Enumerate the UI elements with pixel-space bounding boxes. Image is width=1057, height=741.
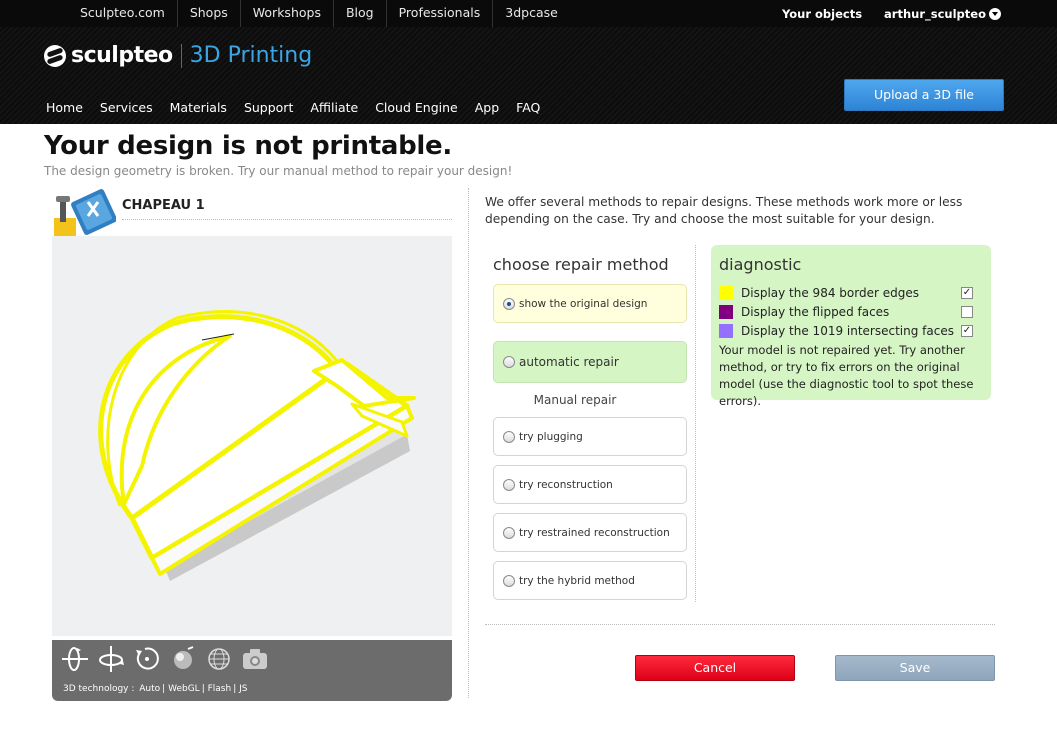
logo-text: sculpteo xyxy=(71,43,173,68)
3d-viewer[interactable] xyxy=(52,236,452,636)
toplink-sculpteo[interactable]: Sculpteo.com xyxy=(68,0,178,27)
nav-services[interactable]: Services xyxy=(100,100,153,115)
top-links: Sculpteo.com Shops Workshops Blog Profes… xyxy=(68,0,570,27)
viewer-toolbar: 3D technology : Auto | WebGL | Flash | JS xyxy=(52,640,452,701)
page-subtitle: The design geometry is broken. Try our m… xyxy=(44,164,513,178)
radio-original-design[interactable] xyxy=(503,297,515,310)
cancel-button[interactable]: Cancel xyxy=(635,655,795,681)
violet-swatch xyxy=(719,323,733,338)
option-restrained-label: try restrained reconstruction xyxy=(519,526,670,539)
nav-home[interactable]: Home xyxy=(46,100,83,115)
option-original-design[interactable]: show the original design xyxy=(493,284,687,323)
tech-auto[interactable]: Auto xyxy=(139,684,160,694)
nav-app[interactable]: App xyxy=(475,100,499,115)
tech-flash[interactable]: Flash xyxy=(208,684,232,694)
actions-divider xyxy=(485,624,995,625)
option-try-restrained-reconstruction[interactable]: try restrained reconstruction xyxy=(493,513,687,552)
3d-technology-selector: 3D technology : Auto | WebGL | Flash | JS xyxy=(63,684,248,694)
site-header: sculpteo 3D Printing Home Services Mater… xyxy=(0,27,1057,124)
tech-label: 3D technology : xyxy=(63,684,135,694)
diagnostic-title: diagnostic xyxy=(719,255,802,274)
nav-affiliate[interactable]: Affiliate xyxy=(310,100,358,115)
diagnostic-intersecting-faces: Display the 1019 intersecting faces ✓ xyxy=(719,322,979,339)
logo-separator xyxy=(180,43,182,68)
wireframe-icon[interactable] xyxy=(204,644,234,674)
toplink-3dpcase[interactable]: 3dpcase xyxy=(493,0,570,27)
toplink-workshops[interactable]: Workshops xyxy=(241,0,334,27)
user-menu[interactable]: arthur_sculpteo xyxy=(884,7,1001,21)
radio-try-restrained-reconstruction[interactable] xyxy=(503,526,515,539)
logo-subtitle: 3D Printing xyxy=(189,43,313,68)
option-reconstruction-label: try reconstruction xyxy=(519,478,613,491)
toplink-professionals[interactable]: Professionals xyxy=(387,0,494,27)
diagnostic-note: Your model is not repaired yet. Try anot… xyxy=(719,343,974,408)
toplink-blog[interactable]: Blog xyxy=(334,0,387,27)
radio-try-reconstruction[interactable] xyxy=(503,478,515,491)
repair-intro: We offer several methods to repair desig… xyxy=(485,195,963,226)
choose-method-title: choose repair method xyxy=(493,255,669,274)
option-automatic-label: automatic repair xyxy=(519,355,619,369)
render-icon[interactable] xyxy=(168,644,198,674)
vertical-divider xyxy=(468,188,469,698)
border-edges-checkbox[interactable]: ✓ xyxy=(961,286,973,299)
nav-materials[interactable]: Materials xyxy=(170,100,227,115)
rotate-x-icon[interactable] xyxy=(60,644,90,674)
diagnostic-border-edges: Display the 984 border edges ✓ xyxy=(719,284,979,301)
logo[interactable]: sculpteo 3D Printing xyxy=(44,43,312,68)
nav-cloud-engine[interactable]: Cloud Engine xyxy=(375,100,458,115)
intersecting-faces-checkbox[interactable]: ✓ xyxy=(961,324,973,337)
repair-tools-icon xyxy=(54,188,116,236)
main-nav: Home Services Materials Support Affiliat… xyxy=(46,100,557,115)
manual-repair-label: Manual repair xyxy=(533,393,617,407)
purple-swatch xyxy=(719,304,733,319)
design-name-divider xyxy=(122,219,452,220)
rotate-y-icon[interactable] xyxy=(96,644,126,674)
username[interactable]: arthur_sculpteo xyxy=(884,7,986,21)
radio-try-hybrid-method[interactable] xyxy=(503,574,515,587)
tech-js[interactable]: JS xyxy=(239,684,247,694)
your-objects-link[interactable]: Your objects xyxy=(782,7,862,21)
chevron-down-icon[interactable] xyxy=(989,7,1001,20)
intersecting-faces-label: Display the 1019 intersecting faces xyxy=(741,323,954,338)
rotate-z-icon[interactable] xyxy=(132,644,162,674)
top-right: Your objects arthur_sculpteo xyxy=(782,0,1001,27)
top-bar: Sculpteo.com Shops Workshops Blog Profes… xyxy=(0,0,1057,27)
border-edges-label: Display the 984 border edges xyxy=(741,285,919,300)
flipped-faces-label: Display the flipped faces xyxy=(741,304,890,319)
sculpteo-logo-icon xyxy=(44,44,66,67)
save-button[interactable]: Save xyxy=(835,655,995,681)
nav-support[interactable]: Support xyxy=(244,100,293,115)
option-try-reconstruction[interactable]: try reconstruction xyxy=(493,465,687,504)
option-original-label: show the original design xyxy=(519,297,648,310)
radio-automatic-repair[interactable] xyxy=(503,356,515,368)
diagnostic-flipped-faces: Display the flipped faces xyxy=(719,303,979,320)
column-divider xyxy=(695,245,696,602)
toplink-shops[interactable]: Shops xyxy=(178,0,241,27)
flipped-faces-checkbox[interactable] xyxy=(961,305,973,318)
viewer-tools xyxy=(60,644,270,674)
upload-3d-file-button[interactable]: Upload a 3D file xyxy=(844,79,1004,111)
nav-faq[interactable]: FAQ xyxy=(516,100,540,115)
tech-webgl[interactable]: WebGL xyxy=(168,684,200,694)
option-plugging-label: try plugging xyxy=(519,430,583,443)
yellow-swatch xyxy=(719,285,733,300)
model-render[interactable] xyxy=(52,236,452,636)
camera-icon[interactable] xyxy=(240,644,270,674)
design-name: CHAPEAU 1 xyxy=(122,198,205,213)
option-automatic-repair[interactable]: automatic repair xyxy=(493,341,687,383)
diagnostic-panel: diagnostic Display the 984 border edges … xyxy=(711,245,991,408)
option-try-plugging[interactable]: try plugging xyxy=(493,417,687,456)
option-try-hybrid-method[interactable]: try the hybrid method xyxy=(493,561,687,600)
page-title: Your design is not printable. xyxy=(44,131,452,161)
option-hybrid-label: try the hybrid method xyxy=(519,574,635,587)
radio-try-plugging[interactable] xyxy=(503,430,515,443)
